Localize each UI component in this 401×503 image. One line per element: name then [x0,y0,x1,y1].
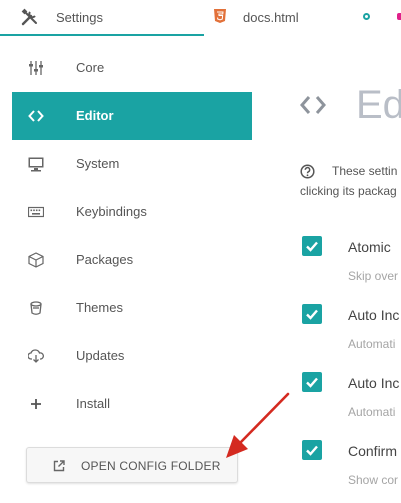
checkmark-icon [306,241,318,252]
paint-bucket-icon [30,301,42,315]
sidebar-item-label: Packages [76,252,134,267]
sidebar-item-label: Themes [76,300,123,315]
sidebar-item-packages[interactable]: Packages [12,236,252,284]
html5-icon [214,9,226,23]
setting-description: Automati [348,337,396,351]
setting-checkbox[interactable] [302,440,322,460]
setting-description: Skip over [348,269,399,283]
tab-bar: Settings docs.html [0,0,401,36]
open-config-folder-label: OPEN CONFIG FOLDER [81,459,221,473]
sidebar-item-label: Editor [76,108,114,123]
tab-docs-label: docs.html [243,10,299,25]
checkmark-icon [306,445,318,456]
sidebar-item-editor[interactable]: Editor [12,92,252,140]
code-icon [28,110,44,122]
open-config-folder-button[interactable]: OPEN CONFIG FOLDER [26,447,238,483]
sidebar-item-system[interactable]: System [12,140,252,188]
setting-title: Confirm [348,443,398,459]
cloud-download-icon [28,349,44,363]
setting-checkbox[interactable] [302,372,322,392]
question-circle-icon [300,164,315,179]
tools-icon [21,8,37,26]
tab-settings[interactable]: Settings [0,0,204,36]
checkmark-icon [306,377,318,388]
sidebar-item-core[interactable]: Core [12,44,252,92]
sidebar-item-install[interactable]: Install [12,380,252,428]
setting-checkbox[interactable] [302,304,322,324]
plus-icon [31,399,41,409]
setting-description: Automati [348,405,396,419]
code-icon [300,96,326,114]
modified-dot-icon [397,13,401,20]
page-title: Ed [356,83,401,127]
description-text: These settin [332,164,398,178]
description-text: clicking its packag [300,184,397,198]
setting-title: Auto Inc [348,307,400,323]
keyboard-icon [28,206,44,218]
sliders-icon [29,61,43,75]
sidebar-item-label: Core [76,60,105,75]
sidebar-item-themes[interactable]: Themes [12,284,252,332]
sidebar-item-label: Updates [76,348,125,363]
settings-sidebar: Core Editor System Keybindings Packages … [0,36,264,503]
monitor-icon [28,157,44,172]
external-link-icon [53,460,65,472]
setting-checkbox[interactable] [302,236,322,256]
sidebar-item-updates[interactable]: Updates [12,332,252,380]
modified-dot-icon [363,13,370,20]
sidebar-item-label: Keybindings [76,204,147,219]
setting-title: Auto Inc [348,375,400,391]
checkmark-icon [306,309,318,320]
sidebar-item-label: Install [76,396,110,411]
setting-title: Atomic [348,239,391,255]
setting-description: Show cor [348,473,399,487]
tab-settings-label: Settings [56,10,103,25]
package-icon [28,252,44,268]
sidebar-item-keybindings[interactable]: Keybindings [12,188,252,236]
sidebar-item-label: System [76,156,120,171]
editor-settings-panel: Ed These settin clicking its packag Atom… [264,36,401,503]
